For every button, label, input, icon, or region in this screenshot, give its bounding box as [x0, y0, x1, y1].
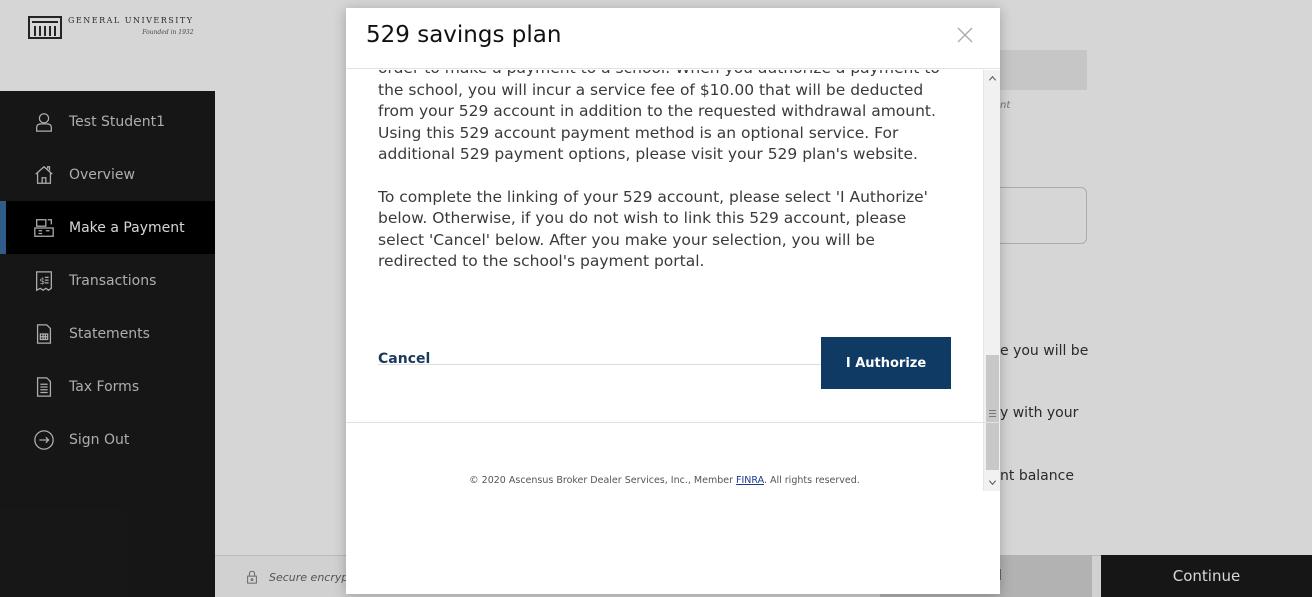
finra-link[interactable]: FINRA: [736, 475, 764, 486]
modal-title: 529 savings plan: [366, 22, 562, 48]
disclosure-paragraph: order to make a payment to a school. Whe…: [378, 70, 940, 163]
close-icon[interactable]: [954, 24, 976, 46]
authorize-button[interactable]: I Authorize: [821, 337, 951, 389]
modal-header: 529 savings plan: [346, 8, 1000, 69]
cancel-button[interactable]: Cancel: [378, 351, 430, 367]
copyright-text: © 2020 Ascensus Broker Dealer Services, …: [469, 475, 860, 486]
modal-footer: © 2020 Ascensus Broker Dealer Services, …: [346, 422, 1000, 594]
scroll-up-icon[interactable]: [984, 70, 1000, 87]
modal-body-text: order to make a payment to a school. Whe…: [378, 70, 948, 294]
grip-icon: [989, 410, 996, 417]
savings-plan-modal: 529 savings plan order to make a payment…: [346, 8, 1000, 594]
instruction-paragraph: To complete the linking of your 529 acco…: [378, 187, 928, 271]
